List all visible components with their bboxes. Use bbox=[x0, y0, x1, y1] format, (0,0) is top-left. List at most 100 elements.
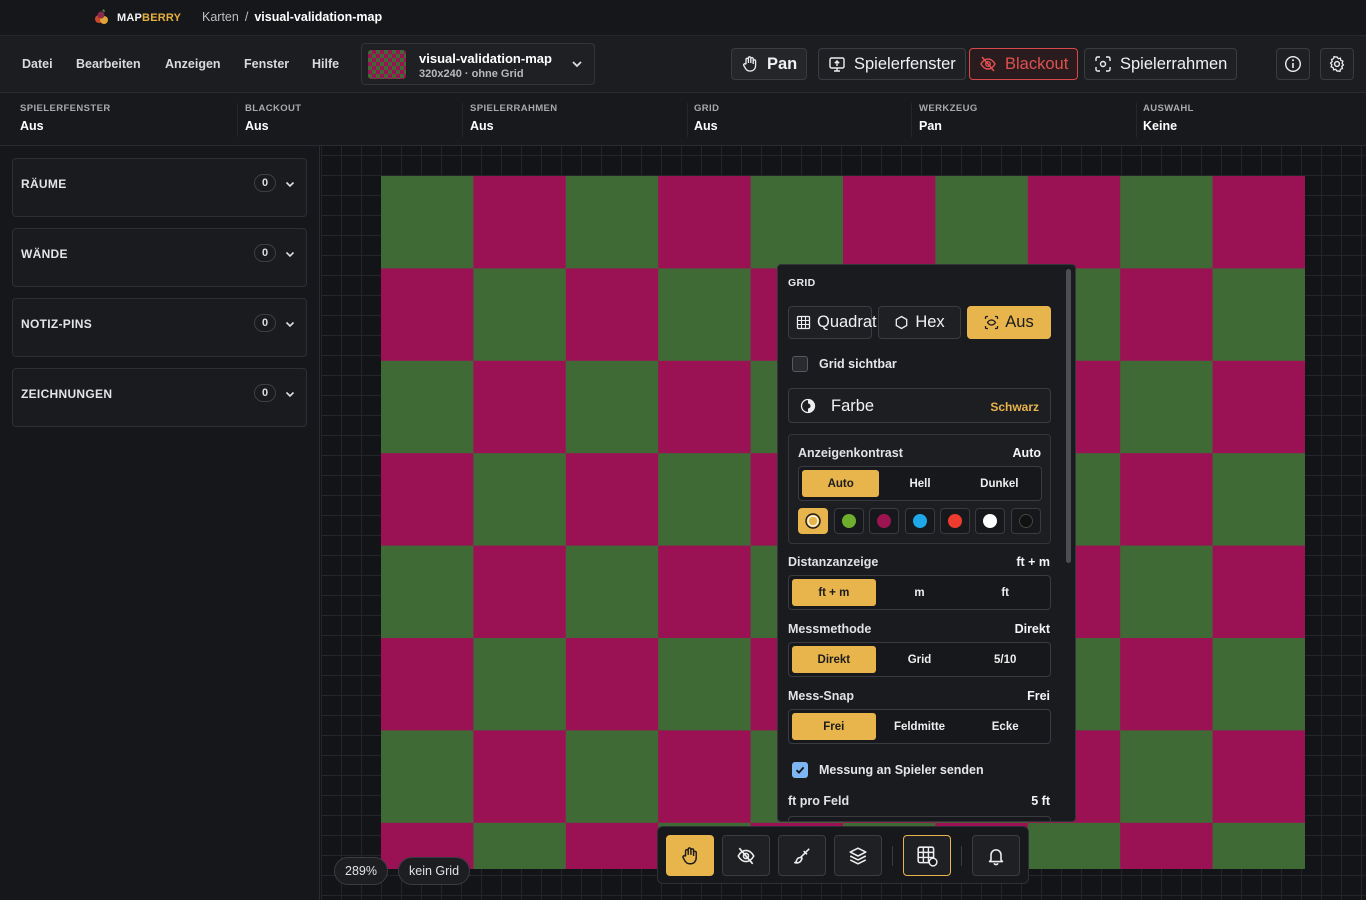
player-window-label: Spielerfenster bbox=[854, 54, 956, 73]
grid-mode-label: Aus bbox=[1005, 313, 1034, 331]
contrast-option-auto[interactable]: Auto bbox=[802, 470, 880, 497]
layers-icon bbox=[848, 846, 868, 866]
panel-title: GRID bbox=[788, 277, 816, 289]
section-walls[interactable]: WÄNDE 0 bbox=[12, 228, 307, 287]
section-label: WÄNDE bbox=[21, 247, 68, 261]
brand[interactable]: MAPBERRY bbox=[93, 9, 181, 27]
main-toolbar: Datei Bearbeiten Anzeigen Fenster Hilfe … bbox=[0, 36, 1366, 93]
distance-segmented: ft + m m ft bbox=[788, 575, 1051, 610]
count-badge: 0 bbox=[254, 314, 276, 332]
section-drawings[interactable]: ZEICHNUNGEN 0 bbox=[12, 368, 307, 427]
chevron-down-icon bbox=[284, 388, 296, 400]
status-player-window: SPIELERFENSTER Aus bbox=[20, 103, 238, 137]
breadcrumb-root[interactable]: Karten bbox=[202, 10, 239, 24]
dock-divider bbox=[892, 846, 893, 866]
menu-datei[interactable]: Datei bbox=[22, 57, 53, 71]
distance-option-ft-m[interactable]: ft + m bbox=[792, 579, 876, 606]
swatch-black[interactable] bbox=[1011, 508, 1041, 534]
swatch-green[interactable] bbox=[834, 508, 864, 534]
snap-option-free[interactable]: Frei bbox=[792, 713, 876, 740]
grid-mode-hex[interactable]: Hex bbox=[878, 306, 961, 339]
snap-option-center[interactable]: Feldmitte bbox=[878, 713, 962, 740]
method-option-grid[interactable]: Grid bbox=[878, 646, 962, 673]
info-button[interactable] bbox=[1276, 48, 1310, 80]
grid-color-value: Schwarz bbox=[990, 400, 1039, 414]
menu-bearbeiten[interactable]: Bearbeiten bbox=[76, 57, 141, 71]
grid-tool-button[interactable] bbox=[903, 835, 951, 876]
check-icon bbox=[794, 764, 806, 776]
swatch-red[interactable] bbox=[940, 508, 970, 534]
send-measurement-checkbox[interactable] bbox=[792, 762, 808, 778]
fog-tool-button[interactable] bbox=[722, 835, 770, 876]
map-meta: 320x240 · ohne Grid bbox=[419, 68, 524, 80]
dock-divider bbox=[961, 846, 962, 866]
section-label: ZEICHNUNGEN bbox=[21, 387, 113, 401]
brush-tool-button[interactable] bbox=[778, 835, 826, 876]
pan-tool-button[interactable] bbox=[666, 835, 714, 876]
contrast-label: Anzeigenkontrast bbox=[798, 446, 903, 460]
contrast-option-dark[interactable]: Dunkel bbox=[961, 470, 1038, 497]
swatch-white[interactable] bbox=[975, 508, 1005, 534]
square-grid-icon bbox=[796, 315, 811, 330]
snap-segmented: Frei Feldmitte Ecke bbox=[788, 709, 1051, 744]
map-canvas[interactable]: 289% kein Grid GRID Quadrat Hex Aus Grid… bbox=[321, 146, 1366, 900]
status-blackout: BLACKOUT Aus bbox=[245, 103, 463, 137]
settings-button[interactable] bbox=[1320, 48, 1354, 80]
grid-color-row[interactable]: Farbe Schwarz bbox=[788, 388, 1051, 423]
contrast-icon bbox=[800, 398, 816, 414]
menu-hilfe[interactable]: Hilfe bbox=[312, 57, 339, 71]
method-value: Direkt bbox=[1014, 622, 1050, 636]
hand-icon bbox=[680, 846, 700, 866]
swatch-auto[interactable] bbox=[798, 508, 828, 534]
method-option-direct[interactable]: Direkt bbox=[792, 646, 876, 673]
snap-option-corner[interactable]: Ecke bbox=[963, 713, 1047, 740]
section-note-pins[interactable]: NOTIZ-PINS 0 bbox=[12, 298, 307, 357]
chevron-down-icon bbox=[284, 178, 296, 190]
section-label: NOTIZ-PINS bbox=[21, 317, 92, 331]
grid-visible-checkbox[interactable] bbox=[792, 356, 808, 372]
layers-tool-button[interactable] bbox=[834, 835, 882, 876]
contrast-option-light[interactable]: Hell bbox=[881, 470, 958, 497]
tool-dock bbox=[657, 826, 1029, 884]
player-frame-label: Spielerrahmen bbox=[1120, 54, 1228, 73]
berry-logo-icon bbox=[93, 9, 111, 27]
swatch-magenta[interactable] bbox=[869, 508, 899, 534]
chevron-down-icon bbox=[570, 57, 584, 71]
method-option-5-10[interactable]: 5/10 bbox=[963, 646, 1047, 673]
menu-anzeigen[interactable]: Anzeigen bbox=[165, 57, 221, 71]
notifications-button[interactable] bbox=[972, 835, 1020, 876]
auto-color-icon bbox=[804, 512, 822, 530]
grid-status-pill[interactable]: kein Grid bbox=[398, 857, 471, 885]
map-selector[interactable]: visual-validation-map 320x240 · ohne Gri… bbox=[361, 43, 595, 85]
grid-settings-icon bbox=[916, 845, 938, 867]
grid-mode-label: Quadrat bbox=[817, 313, 877, 331]
panel-scrollbar[interactable] bbox=[1066, 269, 1071, 563]
breadcrumb-current: visual-validation-map bbox=[254, 10, 383, 24]
zoom-level[interactable]: 289% bbox=[334, 857, 388, 885]
blackout-button[interactable]: Blackout bbox=[969, 48, 1079, 80]
player-window-button[interactable]: Spielerfenster bbox=[818, 48, 966, 80]
snap-label: Mess-Snap bbox=[788, 689, 854, 703]
distance-option-ft[interactable]: ft bbox=[963, 579, 1047, 606]
per-cell-input[interactable] bbox=[788, 816, 1051, 821]
menu-fenster[interactable]: Fenster bbox=[244, 57, 289, 71]
swatch-blue[interactable] bbox=[905, 508, 935, 534]
monitor-icon bbox=[828, 55, 846, 73]
bell-icon bbox=[986, 846, 1006, 866]
sidebar: RÄUME 0 WÄNDE 0 NOTIZ-PINS 0 ZEICHNUNGEN… bbox=[0, 146, 320, 900]
pan-button[interactable]: Pan bbox=[731, 48, 808, 80]
distance-value: ft + m bbox=[1016, 555, 1050, 569]
map-name: visual-validation-map bbox=[419, 51, 552, 66]
grid-mode-square[interactable]: Quadrat bbox=[788, 306, 877, 339]
grid-mode-off[interactable]: Aus bbox=[967, 306, 1051, 339]
grid-off-icon bbox=[984, 315, 999, 330]
distance-option-m[interactable]: m bbox=[878, 579, 962, 606]
section-rooms[interactable]: RÄUME 0 bbox=[12, 158, 307, 217]
grid-settings-panel: GRID Quadrat Hex Aus Grid sichtbar Farbe… bbox=[777, 264, 1076, 822]
chevron-down-icon bbox=[284, 248, 296, 260]
grid-visible-label: Grid sichtbar bbox=[819, 357, 897, 371]
method-label: Messmethode bbox=[788, 622, 872, 636]
pan-label: Pan bbox=[767, 54, 798, 73]
status-player-frame: SPIELERRAHMEN Aus bbox=[470, 103, 688, 137]
player-frame-button[interactable]: Spielerrahmen bbox=[1084, 48, 1238, 80]
